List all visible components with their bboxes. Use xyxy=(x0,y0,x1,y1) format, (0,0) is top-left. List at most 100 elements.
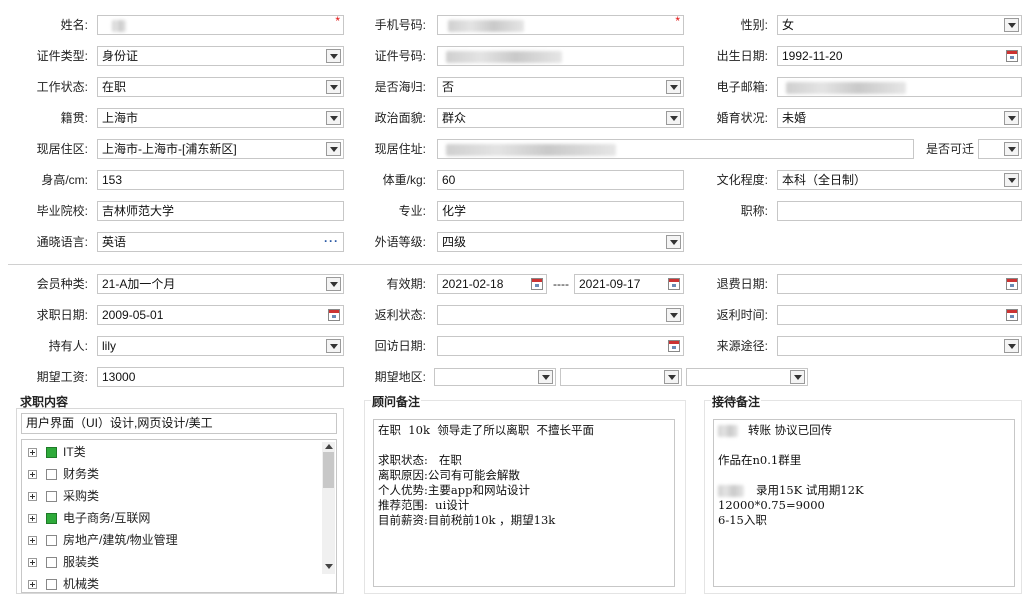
expand-icon[interactable] xyxy=(28,470,37,480)
visit-date-label: 回访日期: xyxy=(374,339,426,353)
gender-select[interactable]: 女 xyxy=(777,15,1022,35)
area-province-select[interactable] xyxy=(434,368,556,386)
phone-field[interactable]: * xyxy=(437,15,684,35)
salary-field[interactable]: 13000 xyxy=(97,367,344,387)
expand-icon[interactable] xyxy=(28,448,37,458)
tree-item[interactable]: 电子商务/互联网 xyxy=(28,508,150,528)
tree-item[interactable]: 服装类 xyxy=(28,552,99,572)
tree-item-label: 财务类 xyxy=(63,467,100,481)
overseas-select[interactable]: 否 xyxy=(437,77,684,97)
checkbox[interactable] xyxy=(46,535,57,547)
scrollbar-thumb[interactable] xyxy=(323,452,334,488)
member-type-select[interactable]: 21-A加一个月 xyxy=(97,274,344,294)
note-line: 转账 协议已回传 xyxy=(748,423,833,437)
name-redacted xyxy=(112,19,126,32)
chevron-down-icon[interactable] xyxy=(326,339,341,353)
refund-date-field[interactable] xyxy=(777,274,1022,294)
expand-icon[interactable] xyxy=(28,492,37,502)
job-date-field[interactable]: 2009-05-01 xyxy=(97,305,344,325)
checkbox[interactable] xyxy=(46,469,57,481)
birth-date-field[interactable]: 1992-11-20 xyxy=(777,46,1022,66)
chevron-down-icon[interactable] xyxy=(666,111,681,125)
chevron-down-icon[interactable] xyxy=(1004,339,1019,353)
chevron-down-icon[interactable] xyxy=(326,277,341,291)
consultant-notes[interactable]: 在职 10k 领导走了所以离职 不擅长平面 求职状态: 在职 离职原因:公司有可… xyxy=(373,419,675,587)
address-field[interactable] xyxy=(437,139,914,159)
height-field[interactable]: 153 xyxy=(97,170,344,190)
school-field[interactable]: 吉林师范大学 xyxy=(97,201,344,221)
job-date-value: 2009-05-01 xyxy=(102,308,164,322)
calendar-icon[interactable] xyxy=(1006,309,1018,321)
school-value: 吉林师范大学 xyxy=(102,204,175,218)
chevron-down-icon[interactable] xyxy=(538,370,553,384)
language-level-select[interactable]: 四级 xyxy=(437,232,684,252)
chevron-down-icon[interactable] xyxy=(666,308,681,322)
calendar-icon[interactable] xyxy=(1006,278,1018,290)
rebate-time-field[interactable] xyxy=(777,305,1022,325)
chevron-down-icon[interactable] xyxy=(326,49,341,63)
calendar-icon[interactable] xyxy=(1006,50,1018,62)
expand-icon[interactable] xyxy=(28,514,37,524)
region-select[interactable]: 上海市-上海市-[浦东新区] xyxy=(97,139,344,159)
chevron-down-icon[interactable] xyxy=(1004,142,1019,156)
receiver-notes[interactable]: 转账 协议已回传 作品在n0.1群里 录用15K 试用期12K 12000*0.… xyxy=(713,419,1015,587)
chevron-down-icon[interactable] xyxy=(326,142,341,156)
checkbox[interactable] xyxy=(46,579,57,591)
chevron-down-icon[interactable] xyxy=(666,80,681,94)
height-value: 153 xyxy=(102,173,123,187)
visit-date-field[interactable] xyxy=(437,336,684,356)
checkbox[interactable] xyxy=(46,491,57,503)
calendar-icon[interactable] xyxy=(531,278,543,290)
education-select[interactable]: 本科（全日制） xyxy=(777,170,1022,190)
chevron-down-icon[interactable] xyxy=(1004,111,1019,125)
area-city-select[interactable] xyxy=(560,368,682,386)
calendar-icon[interactable] xyxy=(668,278,680,290)
work-status-select[interactable]: 在职 xyxy=(97,77,344,97)
scroll-up-icon[interactable] xyxy=(325,444,333,449)
tree-item[interactable]: IT类 xyxy=(28,442,86,462)
title-field[interactable] xyxy=(777,201,1022,221)
expand-icon[interactable] xyxy=(28,536,37,546)
checkbox[interactable] xyxy=(46,557,57,569)
weight-field[interactable]: 60 xyxy=(437,170,684,190)
chevron-down-icon[interactable] xyxy=(666,235,681,249)
expand-icon[interactable] xyxy=(28,580,37,590)
chevron-down-icon[interactable] xyxy=(326,80,341,94)
language-field[interactable]: 英语 ··· xyxy=(97,232,344,252)
checkbox[interactable] xyxy=(46,447,57,459)
tree-item[interactable]: 采购类 xyxy=(28,486,99,506)
major-field[interactable]: 化学 xyxy=(437,201,684,221)
tree-item[interactable]: 房地产/建筑/物业管理 xyxy=(28,530,178,550)
chevron-down-icon[interactable] xyxy=(326,111,341,125)
checkbox[interactable] xyxy=(46,513,57,525)
valid-to-field[interactable]: 2021-09-17 xyxy=(574,274,684,294)
more-icon[interactable]: ··· xyxy=(324,233,339,249)
id-type-select[interactable]: 身份证 xyxy=(97,46,344,66)
education-label: 文化程度: xyxy=(716,173,768,187)
tree-item[interactable]: 财务类 xyxy=(28,464,99,484)
height-label: 身高/cm: xyxy=(41,173,88,187)
holder-select[interactable]: lily xyxy=(97,336,344,356)
rebate-status-select[interactable] xyxy=(437,305,684,325)
relocate-select[interactable] xyxy=(978,139,1022,159)
marital-select[interactable]: 未婚 xyxy=(777,108,1022,128)
area-district-select[interactable] xyxy=(686,368,808,386)
chevron-down-icon[interactable] xyxy=(790,370,805,384)
tree-scrollbar[interactable] xyxy=(322,442,335,574)
calendar-icon[interactable] xyxy=(668,340,680,352)
political-select[interactable]: 群众 xyxy=(437,108,684,128)
chevron-down-icon[interactable] xyxy=(664,370,679,384)
source-select[interactable] xyxy=(777,336,1022,356)
job-selected-field[interactable]: 用户界面（UI）设计,网页设计/美工 xyxy=(21,413,337,434)
id-no-field[interactable] xyxy=(437,46,684,66)
chevron-down-icon[interactable] xyxy=(1004,173,1019,187)
valid-from-field[interactable]: 2021-02-18 xyxy=(437,274,547,294)
calendar-icon[interactable] xyxy=(328,309,340,321)
expand-icon[interactable] xyxy=(28,558,37,568)
native-place-select[interactable]: 上海市 xyxy=(97,108,344,128)
name-field[interactable]: * xyxy=(97,15,344,35)
scroll-down-icon[interactable] xyxy=(325,564,333,569)
email-field[interactable] xyxy=(777,77,1022,97)
tree-item[interactable]: 机械类 xyxy=(28,574,99,592)
chevron-down-icon[interactable] xyxy=(1004,18,1019,32)
